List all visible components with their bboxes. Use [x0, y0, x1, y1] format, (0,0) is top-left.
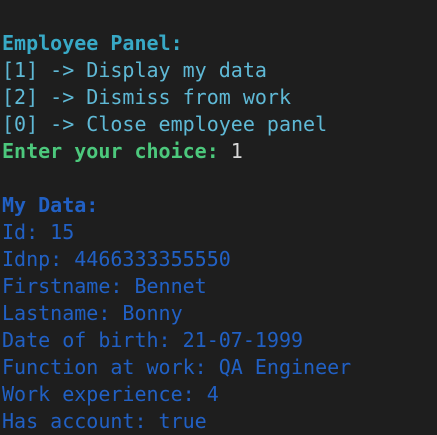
data-field-work-experience: Work experience: 4: [2, 382, 219, 406]
menu-option-display-data: [1] -> Display my data: [2, 58, 267, 82]
data-field-firstname: Firstname: Bennet: [2, 274, 207, 298]
data-field-idnp: Idnp: 4466333355550: [2, 247, 231, 271]
data-field-date-of-birth: Date of birth: 21-07-1999: [2, 328, 304, 352]
menu-option-close-panel: [0] -> Close employee panel: [2, 112, 328, 136]
data-field-lastname: Lastname: Bonny: [2, 301, 183, 325]
choice-input[interactable]: 1: [231, 139, 243, 163]
choice-prompt-line[interactable]: Enter your choice: 1: [2, 138, 437, 165]
choice-prompt: Enter your choice:: [2, 139, 231, 163]
my-data-title: My Data:: [2, 193, 99, 217]
menu-option-dismiss: [2] -> Dismiss from work: [2, 85, 291, 109]
employee-panel-title: Employee Panel:: [2, 31, 183, 55]
data-field-function: Function at work: QA Engineer: [2, 355, 352, 379]
data-field-id: Id: 15: [2, 220, 75, 244]
terminal-output: Employee Panel: [1] -> Display my data […: [2, 30, 437, 435]
data-field-has-account: Has account: true: [2, 409, 207, 433]
